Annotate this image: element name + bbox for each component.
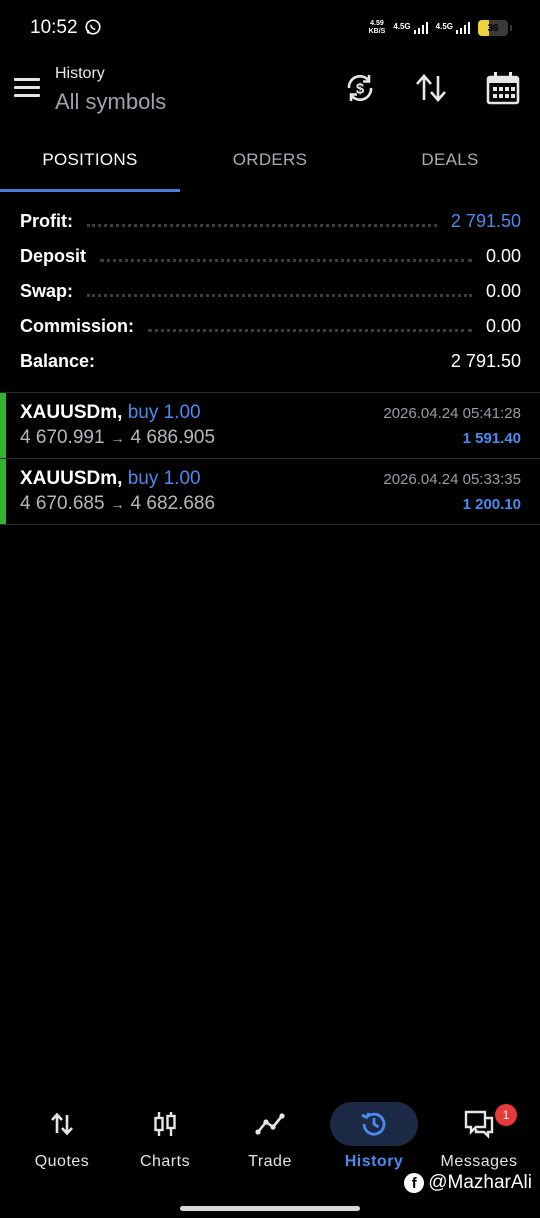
- position-row[interactable]: XAUUSDm, buy 1.00 4 670.685 → 4 682.686 20…: [0, 459, 540, 525]
- summary-row-commission: Commission: 0.00: [20, 309, 521, 344]
- signal-icon: 4.5G: [436, 22, 470, 34]
- summary-label: Deposit: [20, 246, 87, 266]
- nav-label: Charts: [139, 1153, 191, 1170]
- network-speed-unit: KB/S: [368, 28, 386, 35]
- battery-tip: [510, 25, 512, 31]
- chat-bubbles-icon: [459, 1106, 499, 1142]
- nav-label: Messages: [440, 1153, 518, 1170]
- tab-orders[interactable]: ORDERS: [180, 128, 360, 192]
- sort-icon[interactable]: [413, 70, 449, 106]
- position-profit: 1 591.40: [462, 430, 521, 447]
- position-profit: 1 200.10: [462, 496, 521, 513]
- summary-label: Swap:: [20, 281, 74, 301]
- buy-indicator-bar: [0, 393, 6, 458]
- quotes-arrows-icon: [42, 1106, 82, 1142]
- position-symbol: XAUUSDm, buy 1.00: [20, 468, 201, 490]
- candlestick-icon: [145, 1106, 185, 1142]
- arrow-right-icon: →: [110, 430, 125, 446]
- facebook-icon: f: [404, 1173, 425, 1193]
- tab-positions[interactable]: POSITIONS: [0, 128, 180, 192]
- close-price: 4 682.686: [130, 493, 216, 514]
- dotted-leader: [87, 224, 437, 227]
- network-speed-value: 4.59: [370, 20, 384, 27]
- summary-label: Profit:: [20, 211, 73, 231]
- summary-label: Balance:: [20, 351, 96, 371]
- app-header: History All symbols $: [0, 56, 540, 126]
- sim1-label: 4.5G: [393, 22, 411, 31]
- watermark-text: @MazharAli: [428, 1172, 532, 1193]
- symbol-name: XAUUSDm,: [20, 468, 123, 489]
- network-speed: 4.59 KB/S: [369, 20, 386, 36]
- nav-trade[interactable]: Trade: [216, 1100, 324, 1180]
- positions-list: XAUUSDm, buy 1.00 4 670.991 → 4 686.905 20…: [0, 392, 540, 525]
- nav-history[interactable]: History: [320, 1100, 428, 1180]
- whatsapp-icon: [85, 19, 101, 35]
- history-clock-icon: [354, 1106, 394, 1142]
- position-side: buy 1.00: [127, 468, 201, 489]
- position-side: buy 1.00: [127, 402, 201, 423]
- status-icons: 4.59 KB/S 4.5G 4.5G 36: [369, 18, 512, 38]
- sim2-label: 4.5G: [435, 22, 453, 31]
- symbol-name: XAUUSDm,: [20, 402, 123, 423]
- home-indicator[interactable]: [180, 1206, 360, 1211]
- open-price: 4 670.991: [20, 427, 105, 448]
- position-prices: 4 670.991 → 4 686.905: [20, 427, 215, 449]
- currency-exchange-icon[interactable]: $: [342, 70, 378, 106]
- nav-label: Trade: [248, 1153, 292, 1170]
- summary-value: 0.00: [485, 316, 521, 336]
- position-time: 2026.04.24 05:41:28: [383, 405, 521, 422]
- svg-text:$: $: [356, 81, 365, 98]
- position-row[interactable]: XAUUSDm, buy 1.00 4 670.991 → 4 686.905 20…: [0, 393, 540, 459]
- nav-charts[interactable]: Charts: [111, 1100, 219, 1180]
- summary-value: 0.00: [485, 246, 521, 266]
- nav-messages[interactable]: 1 Messages: [425, 1100, 533, 1180]
- summary-value: 0.00: [485, 281, 521, 301]
- arrow-right-icon: →: [110, 496, 125, 512]
- buy-indicator-bar: [0, 459, 6, 524]
- menu-icon[interactable]: [14, 78, 40, 98]
- symbol-filter[interactable]: All symbols: [55, 89, 166, 115]
- summary-label: Commission:: [20, 316, 135, 336]
- tab-deals[interactable]: DEALS: [360, 128, 540, 192]
- summary-row-deposit: Deposit 0.00: [20, 239, 521, 274]
- dotted-leader: [87, 294, 472, 297]
- position-time: 2026.04.24 05:33:35: [383, 471, 521, 488]
- status-bar: 10:52 4.59 KB/S 4.5G 4.5G 36: [0, 0, 540, 56]
- position-prices: 4 670.685 → 4 682.686: [20, 493, 215, 515]
- unread-badge: 1: [495, 1104, 517, 1126]
- summary-row-swap: Swap: 0.00: [20, 274, 521, 309]
- open-price: 4 670.685: [20, 493, 105, 514]
- position-symbol: XAUUSDm, buy 1.00: [20, 402, 201, 424]
- nav-label: History: [344, 1153, 404, 1170]
- nav-label: Quotes: [34, 1153, 90, 1170]
- battery-icon: 36: [478, 20, 508, 36]
- clock: 10:52: [30, 17, 78, 38]
- battery-level: 36: [487, 22, 499, 34]
- signal-icon: 4.5G: [393, 22, 428, 34]
- bottom-navigation: Quotes Charts Trade History 1 Messages: [0, 1100, 540, 1180]
- summary-value: 2 791.50: [450, 351, 521, 371]
- dotted-leader: [100, 259, 472, 262]
- close-price: 4 686.905: [130, 427, 216, 448]
- summary-row-balance: Balance: 2 791.50: [20, 344, 521, 379]
- trade-line-icon: [250, 1106, 290, 1142]
- nav-quotes[interactable]: Quotes: [8, 1100, 116, 1180]
- page-title: History: [55, 65, 105, 82]
- history-tabs: POSITIONS ORDERS DEALS: [0, 128, 540, 192]
- calendar-icon[interactable]: [485, 70, 521, 106]
- summary-value: 2 791.50: [450, 211, 521, 231]
- account-summary: Profit: 2 791.50 Deposit 0.00 Swap: 0.00…: [20, 204, 521, 379]
- summary-row-profit: Profit: 2 791.50: [20, 204, 521, 239]
- watermark: f @MazharAli: [404, 1172, 532, 1194]
- dotted-leader: [148, 329, 472, 332]
